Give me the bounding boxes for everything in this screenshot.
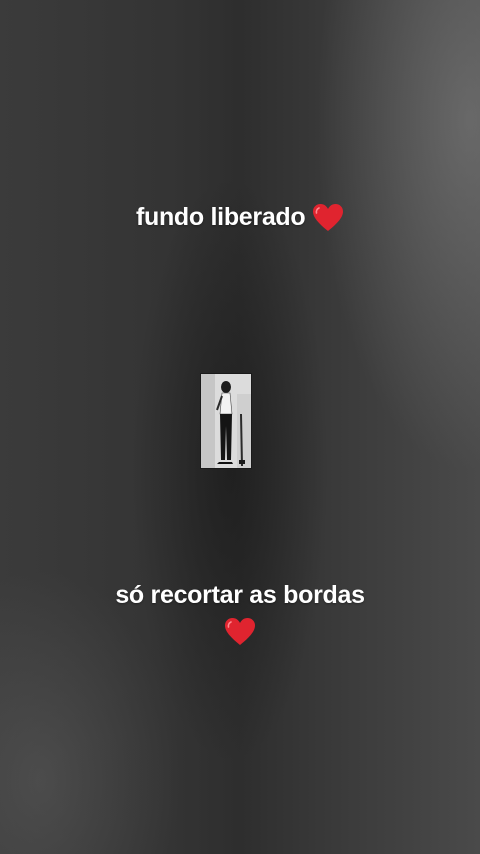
caption-bottom-text: só recortar as bordas bbox=[115, 581, 365, 609]
caption-top: fundo liberado bbox=[0, 203, 480, 233]
cutout-thumbnail[interactable] bbox=[200, 373, 252, 469]
caption-bottom-heart-line bbox=[0, 617, 480, 647]
caption-bottom: só recortar as bordas bbox=[0, 581, 480, 610]
heart-icon bbox=[224, 617, 256, 647]
heart-icon bbox=[312, 203, 344, 233]
caption-top-text: fundo liberado bbox=[135, 203, 306, 231]
video-frame: fundo liberado só recortar as bordas bbox=[0, 0, 480, 854]
